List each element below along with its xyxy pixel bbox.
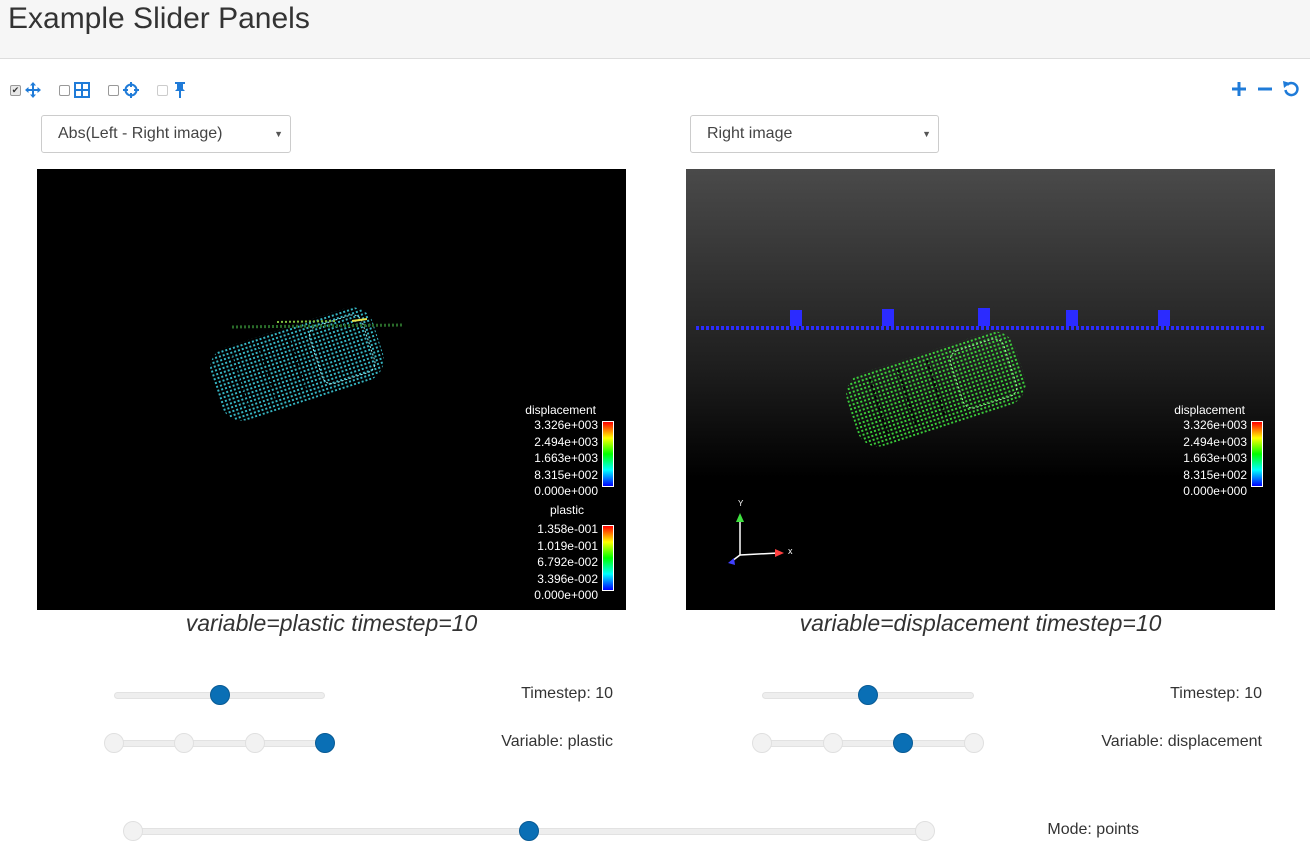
- crosshair-checkbox[interactable]: [108, 84, 119, 96]
- left-variable-slider[interactable]: [104, 733, 335, 753]
- x-axis-label: x: [788, 546, 793, 556]
- page-header: Example Slider Panels: [0, 0, 1310, 59]
- chevron-down-icon: ▼: [274, 129, 283, 139]
- mode-slider[interactable]: [123, 821, 935, 841]
- reset-icon[interactable]: [1282, 80, 1300, 98]
- slider-handle[interactable]: [519, 821, 539, 841]
- plastic-legend: plastic 1.358e-001 1.019e-001 6.792e-002…: [504, 503, 614, 604]
- right-variable-label: Variable: displacement: [1101, 733, 1262, 750]
- grid-checkbox[interactable]: [59, 84, 70, 96]
- slider-track[interactable]: [762, 740, 974, 747]
- chevron-down-icon: ▼: [922, 129, 931, 139]
- zoom-toolbar: [1230, 80, 1300, 98]
- slider-tick[interactable]: [752, 733, 772, 753]
- legend-label: 2.494e+003: [1183, 434, 1247, 449]
- right-image-select[interactable]: Right image ▼: [690, 115, 939, 153]
- left-timestep-slider[interactable]: [114, 685, 325, 705]
- legend-label: 6.792e-002: [537, 555, 598, 569]
- right-model-render: [696, 308, 1266, 565]
- view-toolbar: ✔: [10, 80, 206, 100]
- slider-handle[interactable]: [209, 685, 230, 705]
- right-caption: variable=displacement timestep=10: [799, 610, 1162, 636]
- legend-title: displacement: [525, 403, 596, 417]
- slider-handle[interactable]: [858, 685, 878, 705]
- pin-icon[interactable]: [172, 82, 188, 98]
- move-icon[interactable]: [25, 82, 41, 98]
- left-timestep-label: Timestep: 10: [521, 685, 613, 702]
- slider-tick[interactable]: [104, 733, 124, 753]
- legend-labels: 3.326e+003 2.494e+003 1.663e+003 8.315e+…: [504, 417, 602, 500]
- slider-tick[interactable]: [244, 733, 265, 753]
- right-timestep-label: Timestep: 10: [1170, 685, 1262, 702]
- y-axis-label: Y: [738, 499, 744, 508]
- legend-title: displacement: [1174, 403, 1245, 417]
- legend-title: plastic: [549, 503, 584, 517]
- left-caption: variable=plastic timestep=10: [185, 610, 478, 636]
- slider-tick[interactable]: [915, 821, 935, 841]
- legend-label: 2.494e+003: [534, 434, 598, 449]
- slider-tick[interactable]: [123, 821, 143, 841]
- zoom-in-icon[interactable]: [1230, 80, 1248, 98]
- right-render-view[interactable]: Y x displacement 3.326e+003 2.494e+003 1…: [686, 169, 1275, 610]
- slider-handle[interactable]: [315, 733, 335, 753]
- legend-label: 3.326e+003: [534, 418, 598, 432]
- legend-label: 1.663e+003: [534, 451, 598, 465]
- slider-tick[interactable]: [964, 733, 984, 753]
- legend-label: 8.315e+002: [1183, 467, 1247, 482]
- legend-label: 1.663e+003: [1183, 451, 1247, 465]
- mode-label: Mode: points: [1047, 821, 1139, 838]
- slider-tick[interactable]: [822, 733, 843, 753]
- displacement-legend: displacement 3.326e+003 2.494e+003 1.663…: [504, 403, 614, 500]
- legend-labels: 3.326e+003 2.494e+003 1.663e+003 8.315e+…: [1153, 417, 1251, 500]
- page-title: Example Slider Panels: [8, 2, 310, 35]
- legend-label: 8.315e+002: [534, 467, 598, 482]
- color-bar: [1251, 421, 1263, 487]
- left-render-view[interactable]: displacement 3.326e+003 2.494e+003 1.663…: [37, 169, 626, 610]
- left-variable-label: Variable: plastic: [501, 733, 613, 750]
- right-image-select-value: Right image: [707, 125, 793, 142]
- legend-label: 3.396e-002: [537, 571, 598, 586]
- crosshair-icon[interactable]: [123, 82, 139, 98]
- slider-tick[interactable]: [174, 733, 195, 753]
- right-timestep-slider[interactable]: [762, 685, 974, 705]
- axes-triad: [728, 513, 784, 565]
- legend-label: 0.000e+000: [534, 588, 598, 602]
- legend-label: 0.000e+000: [1183, 484, 1247, 498]
- slider-handle[interactable]: [893, 733, 914, 753]
- move-checkbox[interactable]: ✔: [10, 84, 21, 96]
- pin-checkbox[interactable]: [157, 84, 168, 96]
- color-bar: [602, 421, 614, 487]
- displacement-legend: displacement 3.326e+003 2.494e+003 1.663…: [1153, 403, 1263, 500]
- legend-label: 0.000e+000: [534, 484, 598, 498]
- zoom-out-icon[interactable]: [1256, 80, 1274, 98]
- legend-label: 1.019e-001: [537, 538, 598, 553]
- left-image-select-value: Abs(Left - Right image): [58, 125, 223, 142]
- grid-icon[interactable]: [74, 82, 90, 98]
- color-bar: [602, 525, 614, 591]
- legend-labels: 1.358e-001 1.019e-001 6.792e-002 3.396e-…: [504, 521, 602, 604]
- legend-label: 3.326e+003: [1183, 418, 1247, 432]
- slider-track[interactable]: [114, 740, 325, 747]
- left-image-select[interactable]: Abs(Left - Right image) ▼: [41, 115, 291, 153]
- right-variable-slider[interactable]: [752, 733, 984, 753]
- legend-label: 1.358e-001: [537, 522, 598, 536]
